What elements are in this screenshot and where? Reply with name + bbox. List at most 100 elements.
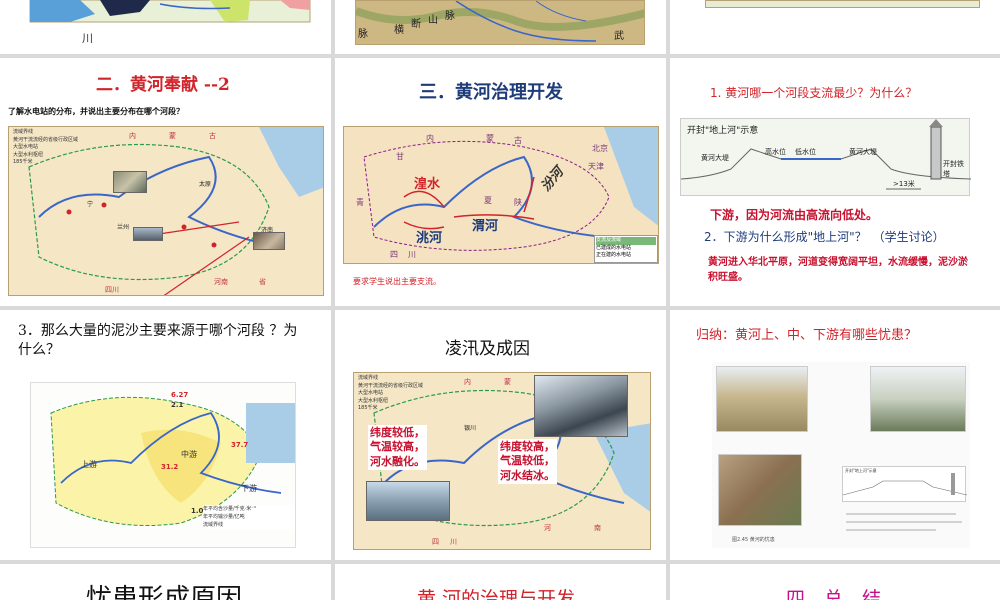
map-legend: 流域界线 黄河干流流经的省级行政区域 大型水电站 大型水利枢纽 185千米 <box>358 375 424 411</box>
map-fragment <box>705 0 980 8</box>
river-label: 渭河 <box>472 219 499 234</box>
slide-title: 黄 河的治理与开发 <box>417 588 576 600</box>
cause-box-upstream: 纬度较低， 气温较高， 河水融化。 <box>368 425 427 470</box>
slide-thumbnail-r0c2[interactable]: 脉 横 断 山 脉 武 <box>335 0 666 54</box>
map-word: 川 <box>450 538 457 546</box>
slide-title: 凌汛及成因 <box>445 339 530 359</box>
map-word: 脉 <box>445 11 455 22</box>
question-2: 2．下游为什么形成"地上河"？ （学生讨论） <box>704 230 945 244</box>
diagram-label: 黄河大堤 <box>701 154 729 162</box>
map-word: 内 <box>129 132 136 140</box>
slide-thumbnail-r1c2[interactable]: 三．黄河治理开发 内 蒙 古 北京 天津 甘 青 夏 陕 四 川 湟水 洮河 渭… <box>335 58 666 306</box>
map-word: 川 <box>408 250 416 259</box>
river-label: 洮河 <box>416 231 443 246</box>
text-block <box>846 510 964 538</box>
slide-thumbnail-r3c3[interactable]: 四 总 结 <box>670 564 1000 600</box>
slide-question: 3．那么大量的泥沙主要来源于哪个河段 ？为什么？ <box>18 323 298 358</box>
map-word: 省 <box>259 278 266 286</box>
map-word: 中游 <box>181 450 197 459</box>
slide-question: 了解水电站的分布，并说出主要分布在哪个河段？ <box>8 107 184 116</box>
desert-photo <box>716 366 808 432</box>
diagram-label: 黄河大堤 <box>849 148 877 156</box>
slide-title: 归纳：黄河上、中、下游有哪些忧患？ <box>696 328 918 343</box>
map-word: 夏 <box>484 196 492 205</box>
map-label: 川 <box>82 32 93 45</box>
map-legend: 年平均含沙量/千克·米⁻³ 年平均输沙量/亿吨 流域界线 <box>203 505 295 529</box>
slide-title: 四 总 结 <box>786 588 882 600</box>
cause-box-downstream: 纬度较高， 气温较低， 河水结冰。 <box>498 439 557 484</box>
map-word: 横 <box>394 25 404 36</box>
slide-title: 忧患形成原因 <box>86 584 243 600</box>
map-word: 内 <box>464 378 471 386</box>
river-label: 湟水 <box>414 177 441 192</box>
slide-thumbnail-r0c1[interactable]: 川 <box>0 0 331 54</box>
diagram-label: >13米 <box>893 180 915 188</box>
map-word: 太原 <box>199 181 212 188</box>
map-word: 宁 <box>87 201 94 208</box>
map-word: 天津 <box>588 162 604 171</box>
tributaries-map: 内 蒙 古 北京 天津 甘 青 夏 陕 四 川 湟水 洮河 渭河 汾河 支流及流… <box>343 126 659 264</box>
slide-title: 三．黄河治理开发 <box>419 82 563 103</box>
map-word: 古 <box>209 132 216 140</box>
map-word: 北京 <box>592 144 608 153</box>
map-legend: 流域界线 黄河干流流经的省级行政区域 大型水电站 大型水利枢纽 185千米 <box>13 129 79 165</box>
diagram-title: 开封"地上河"示意 <box>687 126 759 136</box>
map-word: 上游 <box>81 460 97 469</box>
map-word: 河南 <box>214 278 228 286</box>
map-word: 蒙 <box>486 134 494 143</box>
dam-photo <box>133 227 163 241</box>
slide-title: 二．黄河奉献 --2 <box>96 75 230 95</box>
sediment-value: 6.27 <box>171 391 189 399</box>
map-word: 陕 <box>514 198 522 207</box>
slide-thumbnail-r3c1[interactable]: 忧患形成原因 <box>0 564 331 600</box>
map-word: 银川 <box>464 425 477 432</box>
question-1: 1. 黄河哪一个河段支流最少？为什么？ <box>710 86 918 100</box>
ice-photo <box>534 375 628 437</box>
textbook-figure: 开封"地上河"示意 图2.45 黄河的忧患 <box>712 362 970 548</box>
slide-thumbnail-r1c3[interactable]: 1. 黄河哪一个河段支流最少？为什么？ 开封"地上河"示意 黄河大堤 高水位 低… <box>670 58 1000 306</box>
hydropower-map: 流域界线 黄河干流流经的省级行政区域 大型水电站 大型水利枢纽 185千米 内 … <box>8 126 324 296</box>
map-word: 四川 <box>105 286 119 294</box>
map-word: 南 <box>594 524 601 532</box>
slide-thumbnail-r2c2[interactable]: 凌汛及成因 流域界线 黄河干流流经的省级行政区域 大型水电站 大型水利枢纽 18… <box>335 310 666 560</box>
map-word: 青 <box>356 198 364 207</box>
ice-flood-map: 流域界线 黄河干流流经的省级行政区域 大型水电站 大型水利枢纽 185千米 内 … <box>353 372 651 550</box>
figure-caption: 图2.45 黄河的忧患 <box>732 537 775 543</box>
dam-photo <box>253 232 285 250</box>
answer-2: 黄河进入华北平原，河道变得宽阔平坦，水流缓慢，泥沙淤积旺盛。 <box>708 256 970 285</box>
map-word: 下游 <box>241 484 257 493</box>
map-word: 武 <box>614 31 624 42</box>
map-word: 内 <box>426 134 434 143</box>
map-word: 兰州 <box>117 224 130 231</box>
sediment-value: 37.7 <box>231 441 249 449</box>
sediment-value: 2.1 <box>171 401 184 409</box>
sediment-value: 31.2 <box>161 463 179 471</box>
diagram-label: 低水位 <box>795 148 816 156</box>
river-photo <box>366 481 450 521</box>
slide-note: 要求学生说出主要支流。 <box>353 277 441 286</box>
above-ground-river-diagram: 开封"地上河"示意 黄河大堤 高水位 低水位 黄河大堤 开封铁塔 >13米 <box>680 118 971 196</box>
map-legend: 支流及流域 已建成的水电站 正在建的水电站 <box>594 235 658 263</box>
map-word: 四 <box>390 250 398 259</box>
map-fragment <box>0 0 331 54</box>
relief-map: 脉 横 断 山 脉 武 <box>355 0 645 45</box>
map-word: 古 <box>514 136 522 145</box>
map-word: 脉 <box>358 29 368 40</box>
answer-1: 下游，因为河流由高流向低处。 <box>710 208 879 222</box>
map-word: 山 <box>428 15 438 26</box>
sediment-map: 上游 中游 下游 6.27 2.1 31.2 37.7 1.07 年平均含沙量/… <box>30 382 296 548</box>
slide-thumbnail-r3c2[interactable]: 黄 河的治理与开发 <box>335 564 666 600</box>
slide-sorter-grid: 川 脉 横 断 山 脉 武 二．黄河奉献 --2 了解水电站的分布，并说出主要分… <box>0 0 1000 600</box>
slide-thumbnail-r1c1[interactable]: 二．黄河奉献 --2 了解水电站的分布，并说出主要分布在哪个河段？ 流域界线 黄… <box>0 58 331 306</box>
map-word: 甘 <box>396 152 404 161</box>
slide-thumbnail-r2c1[interactable]: 3．那么大量的泥沙主要来源于哪个河段 ？为什么？ 上游 中游 下游 6.27 2… <box>0 310 331 560</box>
map-word: 蒙 <box>504 378 511 386</box>
mini-diagram: 开封"地上河"示意 <box>842 466 967 502</box>
slide-thumbnail-r2c3[interactable]: 归纳：黄河上、中、下游有哪些忧患？ 开封"地上河"示意 图2.45 黄河的忧患 <box>670 310 1000 560</box>
loess-photo <box>718 454 802 526</box>
map-word: 河 <box>544 524 551 532</box>
map-word: 断 <box>411 19 421 30</box>
slide-thumbnail-r0c3[interactable] <box>670 0 1000 54</box>
diagram-label: 开封铁塔 <box>943 160 964 178</box>
map-word: 四 <box>432 538 439 546</box>
